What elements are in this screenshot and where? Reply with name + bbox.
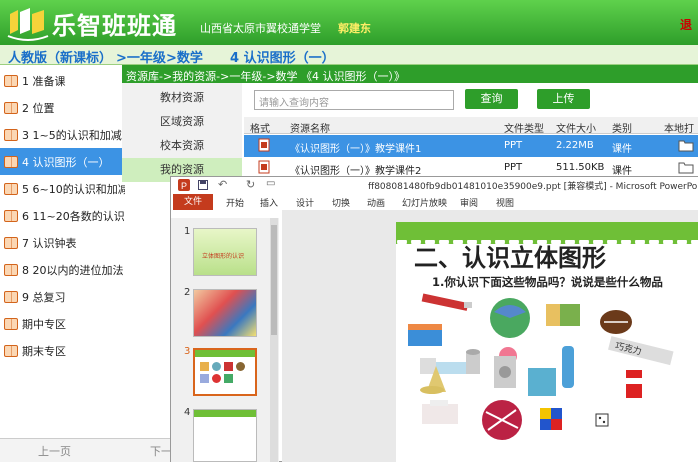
sidebar-item[interactable]: 9 总复习 <box>0 283 125 310</box>
dialog-title: 资源库->我的资源->一年级->数学 《4 认识图形（一）》 <box>122 65 698 83</box>
upload-button[interactable]: 上传 <box>537 89 590 109</box>
nav-textbook-resources[interactable]: 教材资源 <box>122 86 242 110</box>
col-name[interactable]: 资源名称 <box>290 120 330 135</box>
ppt-window-title: ff808081480fb9db01481010e35900e9.ppt [兼容… <box>368 182 698 192</box>
app-logo-icon <box>7 8 49 41</box>
breadcrumb-subject[interactable]: >数学 <box>166 47 203 66</box>
next-page-button[interactable]: 下一 <box>150 443 172 459</box>
sidebar-item-label: 1 准备课 <box>22 74 66 88</box>
col-type[interactable]: 文件类型 <box>504 120 544 135</box>
sidebar-item-label: 4 认识图形（一） <box>22 155 110 169</box>
resource-type: PPT <box>504 162 523 173</box>
slide-thumbnail-2[interactable] <box>193 289 257 337</box>
slide-thumbnail-1[interactable]: 立体图形的认识 <box>193 228 257 276</box>
ppt-file-icon <box>258 138 270 155</box>
save-icon[interactable] <box>198 180 208 190</box>
book-icon <box>4 101 18 114</box>
ppt-file-icon <box>258 160 270 177</box>
thumb-number: 2 <box>184 287 191 298</box>
slide-thumbnail-3[interactable] <box>193 348 257 396</box>
redo-icon[interactable]: ↻ <box>246 178 255 191</box>
sidebar-item[interactable]: 3 1~5的认识和加减法 <box>0 121 125 148</box>
col-category[interactable]: 类别 <box>612 120 632 135</box>
nav-regional-resources[interactable]: 区域资源 <box>122 110 242 134</box>
thumb-number: 1 <box>184 226 191 237</box>
search-button[interactable]: 查询 <box>465 89 518 109</box>
tab-view[interactable]: 视图 <box>496 196 514 209</box>
tab-animations[interactable]: 动画 <box>367 196 385 209</box>
sidebar-item[interactable]: 期末专区 <box>0 337 125 364</box>
prev-page-button[interactable]: 上一页 <box>38 443 71 459</box>
slide-question: 1.你认识下面这些物品吗？说说是些什么物品 <box>432 275 663 289</box>
col-size[interactable]: 文件大小 <box>556 120 596 135</box>
user-name[interactable]: 郭建东 <box>338 20 371 36</box>
sidebar-item[interactable]: 7 认识钟表 <box>0 229 125 256</box>
resource-category: 课件 <box>612 166 632 177</box>
resource-name: 《认识图形（一）》教学课件2 <box>290 166 422 177</box>
book-icon <box>4 344 18 357</box>
table-row[interactable]: 《认识图形（一）》教学课件1 PPT 2.22MB 课件 <box>244 135 698 157</box>
slide-heading: 二、认识立体图形 <box>414 244 606 272</box>
thumb-number: 4 <box>184 407 191 418</box>
sidebar-item-label: 期中专区 <box>22 317 66 331</box>
sidebar-item-label: 3 1~5的认识和加减法 <box>22 128 125 142</box>
resource-name: 《认识图形（一）》教学课件1 <box>290 144 422 155</box>
slideshow-icon[interactable]: ▭ <box>266 178 275 189</box>
resource-size: 511.50KB <box>556 162 605 173</box>
sidebar-item[interactable]: 5 6~10的认识和加减 <box>0 175 125 202</box>
sidebar-item-label: 7 认识钟表 <box>22 236 77 250</box>
solid-objects-illustration: 巧克力 <box>408 293 674 440</box>
breadcrumb-grade[interactable]: >一年级 <box>116 47 166 66</box>
sidebar-item[interactable]: 期中专区 <box>0 310 125 337</box>
thumbnails-scrollbar-thumb[interactable] <box>271 225 277 335</box>
tab-transitions[interactable]: 切换 <box>332 196 350 209</box>
open-folder-icon[interactable] <box>678 138 694 155</box>
tab-file[interactable]: 文件 <box>173 194 213 210</box>
search-input[interactable]: 请输入查询内容 <box>254 90 454 110</box>
breadcrumb-edition[interactable]: 人教版（新课标） <box>8 47 112 66</box>
book-icon <box>4 155 18 168</box>
resource-type: PPT <box>504 140 523 151</box>
sidebar-item-label: 5 6~10的认识和加减 <box>22 182 125 196</box>
resource-size: 2.22MB <box>556 140 594 151</box>
col-format[interactable]: 格式 <box>250 120 270 135</box>
exit-link[interactable]: 退 <box>680 16 692 33</box>
tab-slideshow[interactable]: 幻灯片放映 <box>402 196 447 209</box>
undo-icon[interactable]: ↶ <box>218 178 227 191</box>
book-icon <box>4 236 18 249</box>
breadcrumb-unit[interactable]: 4 认识图形（一） <box>230 47 335 66</box>
book-icon <box>4 74 18 87</box>
nav-school-resources[interactable]: 校本资源 <box>122 134 242 158</box>
book-icon <box>4 263 18 276</box>
sidebar-item[interactable]: 1 准备课 <box>0 67 125 94</box>
powerpoint-app-icon: P <box>178 179 190 191</box>
tab-home[interactable]: 开始 <box>226 196 244 209</box>
open-folder-icon[interactable] <box>678 160 694 177</box>
book-icon <box>4 317 18 330</box>
school-name: 山西省太原市翼校通学堂 <box>200 22 321 35</box>
book-icon <box>4 290 18 303</box>
tab-review[interactable]: 审阅 <box>460 196 478 209</box>
sidebar-item-label: 2 位置 <box>22 101 55 115</box>
sidebar-item-label: 期末专区 <box>22 344 66 358</box>
sidebar-item[interactable]: 8 20以内的进位加法 <box>0 256 125 283</box>
sidebar-item-label: 8 20以内的进位加法 <box>22 263 124 277</box>
book-icon <box>4 128 18 141</box>
resource-category: 课件 <box>612 144 632 155</box>
book-icon <box>4 182 18 195</box>
sidebar-item[interactable]: 6 11~20各数的认识 <box>0 202 125 229</box>
svg-text:P: P <box>181 181 187 191</box>
book-icon <box>4 209 18 222</box>
tab-insert[interactable]: 插入 <box>260 196 278 209</box>
tab-design[interactable]: 设计 <box>296 196 314 209</box>
slide-thumbnail-4[interactable] <box>193 409 257 462</box>
sidebar-item[interactable]: 4 认识图形（一） <box>0 148 125 175</box>
sidebar-item-label: 6 11~20各数的认识 <box>22 209 125 223</box>
app-name: 乐智班班通 <box>52 11 177 40</box>
thumb-number: 3 <box>184 346 191 357</box>
thumb1-title: 立体图形的认识 <box>202 253 245 260</box>
sidebar-item-label: 9 总复习 <box>22 290 66 304</box>
sidebar-item[interactable]: 2 位置 <box>0 94 125 121</box>
